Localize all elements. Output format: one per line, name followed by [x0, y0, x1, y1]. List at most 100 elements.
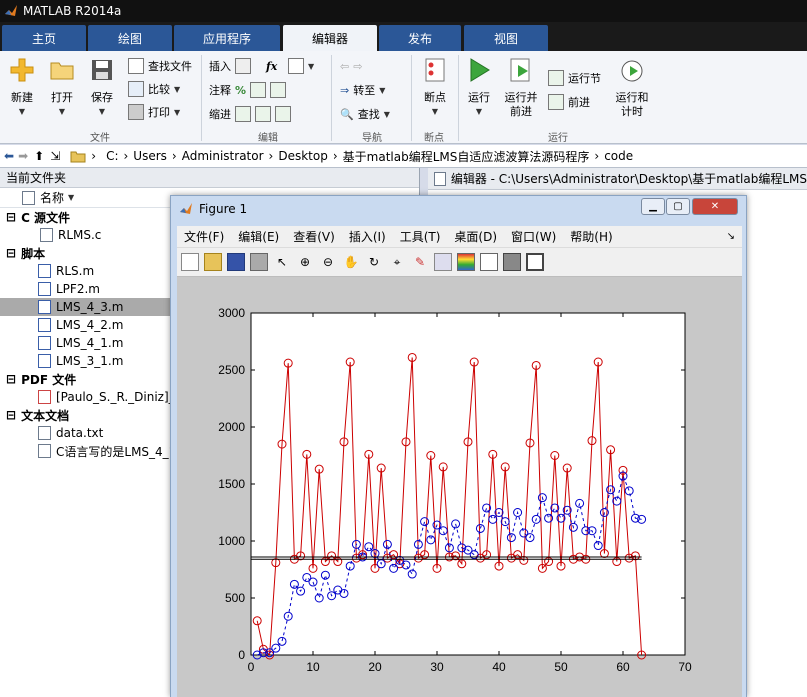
- menu-edit[interactable]: 编辑(E): [238, 228, 279, 245]
- up-folder-icon[interactable]: ⬆: [34, 149, 44, 163]
- open-button[interactable]: 打开 ▼: [46, 57, 78, 119]
- path-sep-icon: ›: [332, 149, 338, 163]
- minimize-button[interactable]: ▁: [641, 198, 665, 215]
- address-bar[interactable]: ⬅ ➡ ⬆ ⇲ › C: › Users › Administrator › D…: [0, 145, 807, 168]
- new-button[interactable]: 新建 ▼: [6, 57, 38, 119]
- text-file-icon: [38, 444, 51, 458]
- collapse-icon: ⊟: [6, 246, 17, 260]
- y-tick-label: 2500: [218, 363, 245, 377]
- path-segment[interactable]: C:: [106, 149, 118, 163]
- path-segment[interactable]: Administrator: [182, 149, 264, 163]
- x-tick-label: 10: [306, 660, 320, 674]
- hide-tools-icon[interactable]: [503, 253, 521, 271]
- menu-file[interactable]: 文件(F): [184, 228, 224, 245]
- y-tick-label: 2000: [218, 420, 245, 434]
- breakpoints-button[interactable]: 断点 ▼: [418, 57, 452, 119]
- plus-icon: [10, 58, 34, 82]
- path-segment[interactable]: 基于matlab编程LMS自适应滤波算法源码程序: [343, 148, 590, 165]
- y-tick-label: 0: [238, 648, 245, 662]
- comment-button[interactable]: 注释%: [209, 81, 287, 99]
- editor-icon: [434, 171, 446, 186]
- tab-plots[interactable]: 绘图: [88, 25, 172, 51]
- menu-desktop[interactable]: 桌面(D): [454, 228, 497, 245]
- maximize-button[interactable]: ▢: [666, 198, 690, 215]
- edit-group-label: 编辑: [258, 133, 278, 144]
- indent-icon: [235, 106, 251, 122]
- print-button[interactable]: 打印 ▼: [128, 103, 180, 121]
- menu-insert[interactable]: 插入(I): [349, 228, 386, 245]
- close-icon: ✕: [710, 201, 720, 212]
- run-and-advance-button[interactable]: 运行并 前进: [502, 57, 540, 119]
- nav-group-label: 导航: [362, 133, 382, 144]
- pointer-icon[interactable]: ↖: [273, 253, 291, 271]
- fx-button[interactable]: fx: [266, 57, 277, 75]
- comment-toggle-icon: [250, 82, 267, 98]
- forward-icon[interactable]: ➡: [18, 149, 28, 163]
- menu-help[interactable]: 帮助(H): [570, 228, 612, 245]
- pan-hand-icon[interactable]: ✋: [342, 253, 360, 271]
- wrap-icon: [270, 82, 287, 98]
- m-file-icon: [38, 300, 51, 314]
- menu-window[interactable]: 窗口(W): [511, 228, 556, 245]
- save-button[interactable]: 保存 ▼: [86, 57, 118, 119]
- compare-button[interactable]: 比较 ▼: [128, 80, 180, 98]
- path-segment[interactable]: Desktop: [278, 149, 328, 163]
- m-file-icon: [38, 264, 51, 278]
- collapse-icon: ⊟: [6, 408, 17, 422]
- nav-arrows[interactable]: ⇦ ⇨: [340, 57, 362, 75]
- new-figure-icon[interactable]: [181, 253, 199, 271]
- y-tick-label: 1000: [218, 534, 245, 548]
- plot-area: [250, 312, 686, 656]
- insert-button[interactable]: 插入: [209, 57, 251, 75]
- floppy-disk-icon: [92, 60, 112, 80]
- folder-icon: [70, 151, 86, 163]
- link-plot-icon[interactable]: [434, 253, 452, 271]
- printer-icon: [128, 104, 144, 120]
- maximize-icon: ▢: [673, 201, 683, 212]
- path-segment[interactable]: code: [604, 149, 633, 163]
- ribbon-toolbar: 新建 ▼ 打开 ▼ 保存 ▼ 查找文件 比较 ▼ 打印 ▼ 文件 插入 fx ▼ 注释% …: [0, 51, 807, 144]
- tab-publish[interactable]: 发布: [379, 25, 461, 51]
- indent-button[interactable]: 缩进: [209, 105, 291, 123]
- run-and-time-button[interactable]: 运行和 计时: [612, 57, 652, 119]
- data-cursor-icon[interactable]: ⌖: [388, 253, 406, 271]
- run-button[interactable]: 运行 ▼: [464, 57, 494, 119]
- advance-button[interactable]: 前进: [548, 93, 590, 111]
- collapse-icon: ⊟: [6, 372, 17, 386]
- title-bar: MATLAB R2014a: [0, 0, 807, 22]
- browse-icon[interactable]: ⇲: [50, 149, 60, 163]
- tab-apps[interactable]: 应用程序: [174, 25, 280, 51]
- find-files-button[interactable]: 查找文件: [128, 57, 192, 75]
- dock-icon[interactable]: ↘: [727, 231, 735, 242]
- close-button[interactable]: ✕: [692, 198, 738, 215]
- lms-plot[interactable]: 0 10 20 30 40 50 60 70 0 500 1000 1500 2000 2500 3000: [177, 277, 742, 697]
- x-tick-label: 60: [616, 660, 630, 674]
- figure-toolbar: ↖ ⊕ ⊖ ✋ ↻ ⌖ ✎: [177, 247, 742, 277]
- print-figure-icon[interactable]: [250, 253, 268, 271]
- menu-view[interactable]: 查看(V): [293, 228, 335, 245]
- save-figure-icon[interactable]: [227, 253, 245, 271]
- open-file-icon[interactable]: [204, 253, 222, 271]
- zoom-out-icon[interactable]: ⊖: [319, 253, 337, 271]
- function-button[interactable]: ▼: [288, 57, 314, 75]
- x-tick-label: 70: [678, 660, 692, 674]
- colorbar-icon[interactable]: [457, 253, 475, 271]
- rotate-3d-icon[interactable]: ↻: [365, 253, 383, 271]
- legend-icon[interactable]: [480, 253, 498, 271]
- tab-view[interactable]: 视图: [464, 25, 548, 51]
- forward-arrow-icon: ⇨: [353, 59, 363, 73]
- goto-button[interactable]: ⇒ 转至 ▼: [340, 81, 385, 99]
- menu-tools[interactable]: 工具(T): [400, 228, 441, 245]
- tab-editor[interactable]: 编辑器: [283, 25, 377, 51]
- tab-home[interactable]: 主页: [2, 25, 86, 51]
- brush-icon[interactable]: ✎: [411, 253, 429, 271]
- sort-icon: ▼: [68, 193, 75, 202]
- show-tools-icon[interactable]: [526, 253, 544, 271]
- back-icon[interactable]: ⬅: [4, 149, 14, 163]
- path-segment[interactable]: Users: [133, 149, 167, 163]
- find-button[interactable]: 🔍 查找 ▼: [340, 105, 390, 123]
- run-section-button[interactable]: 运行节: [548, 69, 601, 87]
- zoom-in-icon[interactable]: ⊕: [296, 253, 314, 271]
- path-sep-icon: ›: [268, 149, 274, 163]
- y-tick-label: 3000: [218, 306, 245, 320]
